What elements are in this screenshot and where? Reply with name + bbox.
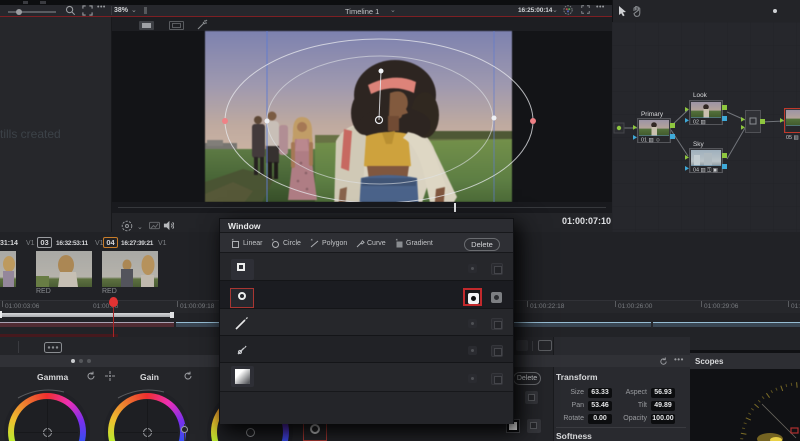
svg-text:Sky: Sky xyxy=(693,141,704,148)
svg-text:Look: Look xyxy=(693,92,708,99)
svg-text:04 ▥ ⚿ ▣: 04 ▥ ⚿ ▣ xyxy=(693,167,718,173)
svg-text:02 ▥: 02 ▥ xyxy=(693,119,706,125)
svg-text:01 ▥ ☺: 01 ▥ ☺ xyxy=(641,137,661,143)
svg-text:Primary: Primary xyxy=(641,111,664,118)
svg-text:05 ▥: 05 ▥ xyxy=(786,135,799,141)
